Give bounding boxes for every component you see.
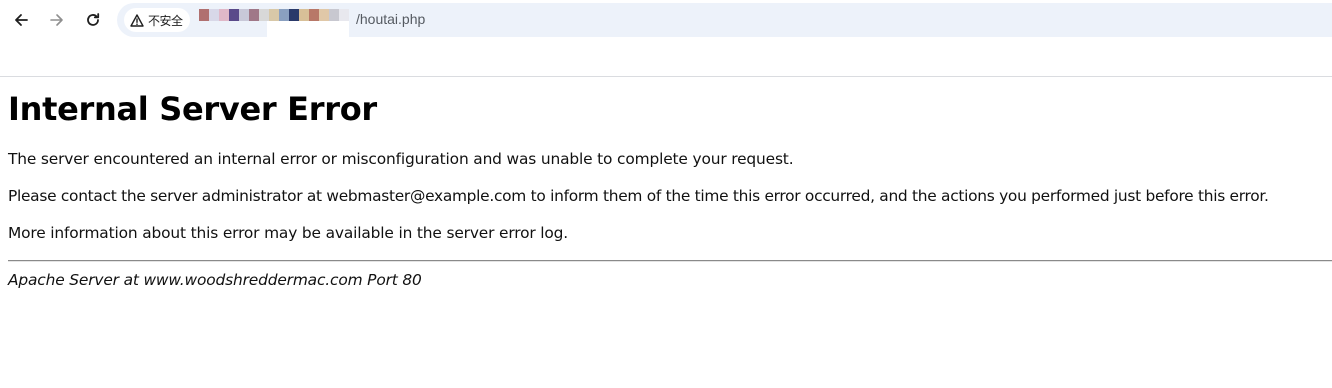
error-message: The server encountered an internal error… (8, 150, 794, 168)
redaction-block (209, 9, 219, 21)
back-button[interactable] (9, 8, 33, 32)
redaction-block (199, 9, 209, 21)
toolbar-divider (0, 76, 1332, 77)
reload-button[interactable] (81, 8, 105, 32)
divider (8, 260, 1332, 262)
address-bar[interactable]: 不安全 /houtai.php (117, 3, 1332, 38)
redaction-block (259, 9, 269, 21)
arrow-right-icon (49, 12, 65, 28)
redaction-block (309, 9, 319, 21)
forward-button[interactable] (45, 8, 69, 32)
redaction-block (319, 9, 329, 21)
redaction-block (229, 9, 239, 21)
redaction-block (339, 9, 349, 21)
redaction-block (329, 9, 339, 21)
security-indicator[interactable]: 不安全 (124, 8, 190, 32)
log-message: More information about this error may be… (8, 224, 569, 242)
url-redacted-mask (267, 21, 349, 38)
redaction-block (299, 9, 309, 21)
redaction-block (219, 9, 229, 21)
redaction-block (249, 9, 259, 21)
page-title: Internal Server Error (8, 90, 377, 128)
reload-icon (85, 12, 101, 28)
contact-message: Please contact the server administrator … (8, 187, 1269, 205)
server-signature: Apache Server at www.woodshreddermac.com… (8, 271, 422, 289)
browser-toolbar: 不安全 /houtai.php (0, 0, 1332, 40)
url-redacted-domain (199, 9, 351, 21)
security-label: 不安全 (148, 13, 183, 28)
redaction-block (279, 9, 289, 21)
redaction-block (269, 9, 279, 21)
redaction-block (289, 9, 299, 21)
arrow-left-icon (13, 12, 29, 28)
url-path[interactable]: /houtai.php (356, 11, 425, 27)
warning-triangle-icon (130, 13, 144, 27)
redaction-block (239, 9, 249, 21)
